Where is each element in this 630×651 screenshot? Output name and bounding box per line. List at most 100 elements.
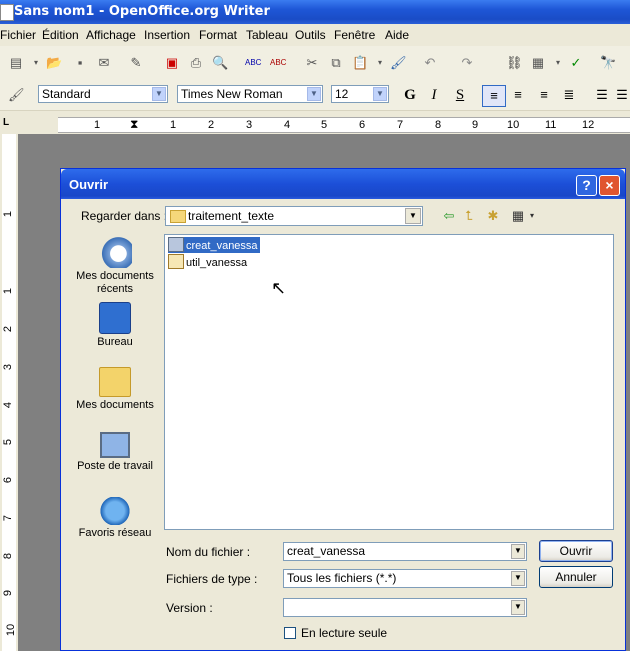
file-name: creat_vanessa [186,240,258,252]
undo-icon[interactable]: ↶ [422,55,438,71]
file-name: util_vanessa [186,257,248,269]
styles-formatting-icon[interactable]: 🖌 [8,87,25,103]
export-pdf-icon[interactable]: ▣ [164,55,180,71]
paste-icon[interactable]: 📋 [352,55,368,71]
menu-affichage[interactable]: Affichage [86,28,136,42]
font-name-combo[interactable]: Times New Roman ▼ [177,85,323,103]
chevron-down-icon[interactable]: ▼ [511,600,525,615]
format-paintbrush-icon[interactable]: 🖌 [390,55,407,71]
file-list[interactable]: creat_vanessa util_vanessa ↖ [164,234,614,530]
dialog-title: Ouvrir [69,177,109,192]
show-draw-functions-icon[interactable]: ✓ [568,55,584,71]
vruler-number: 8 [2,552,15,560]
place-my-documents[interactable]: Mes documents [70,367,160,412]
vruler-number: 1 [2,210,15,218]
indent-marker-icon[interactable]: ⧗ [130,117,138,132]
vertical-ruler-scale[interactable]: 1 1 2 3 4 5 6 7 8 9 10 [2,134,18,651]
font-name-value: Times New Roman [181,87,283,101]
vruler-number: 10 [5,623,18,637]
menu-edition[interactable]: Édition [42,28,79,42]
numbering-icon[interactable]: ☰ [594,87,610,103]
ruler-number: 4 [284,119,291,131]
ruler-number: 9 [472,119,479,131]
paragraph-style-combo[interactable]: Standard ▼ [38,85,168,103]
email-icon[interactable]: ✉ [96,55,112,71]
place-desktop[interactable]: Bureau [70,302,160,349]
print-preview-icon[interactable]: 🔍 [212,55,228,71]
chevron-down-icon[interactable]: ▼ [373,87,387,101]
chevron-down-icon[interactable]: ▼ [405,208,421,224]
vruler-number: 3 [2,363,15,371]
vruler-number: 9 [2,589,15,597]
align-right-icon[interactable]: ≡ [536,87,552,103]
filetype-select[interactable]: Tous les fichiers (*.*) ▼ [283,569,527,588]
align-left-icon[interactable]: ≡ [482,85,506,107]
view-dropdown-icon[interactable]: ▾ [524,208,540,224]
table-icon[interactable]: ▦ [530,55,546,71]
menu-insertion[interactable]: Insertion [144,28,190,42]
place-label: Mes documents [76,399,154,411]
edit-file-icon[interactable]: ✎ [128,55,144,71]
filename-value: creat_vanessa [287,544,366,558]
table-dropdown-icon[interactable]: ▾ [550,55,566,71]
bullets-icon[interactable]: ☰ [614,87,630,103]
find-replace-icon[interactable]: 🔭 [600,55,616,71]
save-icon[interactable]: ▪ [72,55,88,71]
chevron-down-icon[interactable]: ▼ [152,87,166,101]
chevron-down-icon[interactable]: ▼ [307,87,321,101]
chevron-down-icon[interactable]: ▼ [511,571,525,586]
underline-icon[interactable]: S [452,87,468,103]
new-folder-icon[interactable]: ✱ [485,208,501,224]
list-item[interactable]: creat_vanessa [168,237,260,253]
spellcheck-icon[interactable]: ABC [245,55,261,71]
app-icon [0,4,14,21]
ruler-scale[interactable]: 1 ⧗ 1 2 3 4 5 6 7 8 9 10 11 12 [58,117,630,133]
menu-format[interactable]: Format [199,28,237,42]
bold-icon[interactable]: G [402,87,418,103]
filename-field[interactable]: creat_vanessa ▼ [283,542,527,561]
open-folder-icon[interactable]: 📂 [46,55,62,71]
chevron-down-icon[interactable]: ▼ [511,544,525,559]
recent-documents-icon [98,236,132,268]
font-size-combo[interactable]: 12 ▼ [331,85,389,103]
place-recent-documents[interactable]: Mes documents récents [70,236,160,296]
back-icon[interactable]: ⇦ [441,208,457,224]
menu-outils[interactable]: Outils [295,28,326,42]
folder-icon [170,210,186,223]
ruler-number: 10 [507,119,520,131]
place-my-computer[interactable]: Poste de travail [70,432,160,473]
filename-label: Nom du fichier : [166,545,251,559]
paste-dropdown-icon[interactable]: ▾ [372,55,388,71]
cancel-button[interactable]: Annuler [539,566,613,588]
menu-aide[interactable]: Aide [385,28,409,42]
standard-toolbar: ▤ ▾ 📂 ▪ ✉ ✎ ▣ ⎙ 🔍 ABC ABC ✂ ⧉ 📋 ▾ 🖌 ↶ ↷ … [0,46,630,81]
place-network[interactable]: Favoris réseau [70,497,160,540]
redo-icon[interactable]: ↷ [459,55,475,71]
align-center-icon[interactable]: ≡ [510,87,526,103]
help-button[interactable]: ? [576,175,597,196]
new-document-icon[interactable]: ▤ [8,55,24,71]
open-button[interactable]: Ouvrir [539,540,613,562]
vruler-number: 2 [2,325,15,333]
cut-icon[interactable]: ✂ [304,55,320,71]
look-in-combo[interactable]: traitement_texte ▼ [165,206,423,226]
ruler-number: 3 [246,119,253,131]
tab-stop-icon[interactable]: L [3,117,9,128]
readonly-checkbox[interactable] [284,627,296,639]
autospellcheck-icon[interactable]: ABC [270,55,286,71]
menu-tableau[interactable]: Tableau [246,28,288,42]
version-select[interactable]: ▼ [283,598,527,617]
font-size-value: 12 [335,87,349,101]
justify-icon[interactable]: ≣ [561,87,577,103]
close-button[interactable]: × [599,175,620,196]
hyperlink-icon[interactable]: ⛓ [506,55,523,71]
up-folder-icon[interactable]: ⮤ [461,208,477,224]
copy-icon[interactable]: ⧉ [328,55,344,71]
vruler-number: 4 [2,401,15,409]
menu-fenetre[interactable]: Fenêtre [334,28,375,42]
italic-icon[interactable]: I [426,87,442,103]
print-icon[interactable]: ⎙ [188,55,204,71]
list-item[interactable]: util_vanessa [168,254,247,270]
new-dropdown-icon[interactable]: ▾ [28,55,44,71]
menu-fichier[interactable]: Fichier [0,28,36,42]
